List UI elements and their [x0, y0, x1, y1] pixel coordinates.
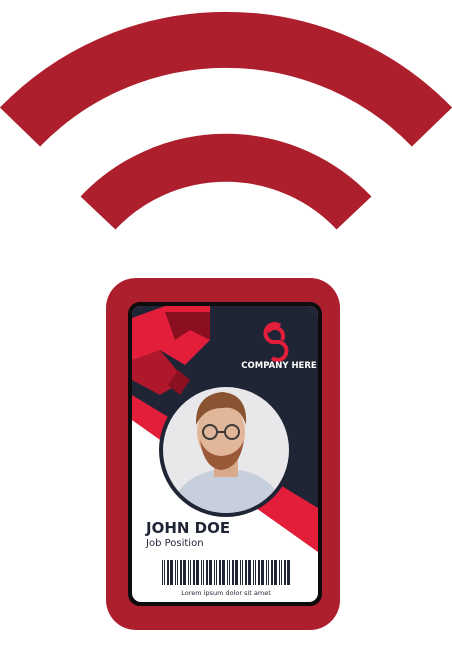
barcode-bar — [193, 560, 195, 585]
barcode-bar — [287, 560, 290, 585]
barcode-bar — [235, 560, 238, 585]
barcode-bar — [271, 560, 273, 585]
barcode-bar — [190, 560, 191, 585]
barcode-bar — [266, 560, 267, 585]
barcode-bar — [240, 560, 241, 585]
barcode-bar — [227, 560, 228, 585]
barcode-bar — [188, 560, 189, 585]
barcode-bar — [219, 560, 221, 585]
barcode-bar — [279, 560, 280, 585]
wireless-signal-icon — [0, 11, 452, 230]
barcode-bar — [206, 560, 208, 585]
barcode-bar — [164, 560, 165, 585]
barcode-bar — [229, 560, 230, 585]
barcode-bar — [167, 560, 169, 585]
barcode-bar — [162, 560, 163, 585]
barcode-bar — [201, 560, 202, 585]
barcode-bar — [274, 560, 277, 585]
barcode-bar — [180, 560, 182, 585]
barcode-bar — [170, 560, 173, 585]
job-position: Job Position — [145, 538, 204, 549]
barcode-bar — [222, 560, 225, 585]
barcode-bar — [248, 560, 251, 585]
barcode-bar — [281, 560, 282, 585]
barcode-bar — [214, 560, 215, 585]
barcode-bar — [209, 560, 212, 585]
barcode-bar — [261, 560, 264, 585]
company-name: COMPANY HERE — [241, 361, 317, 371]
barcode-bar — [177, 560, 178, 585]
nfc-id-card-illustration: COMPANY HERE JOHN DOE Job Position Lorem… — [0, 11, 452, 630]
signal-inner-arc — [80, 133, 372, 230]
barcode-bar — [253, 560, 254, 585]
signal-outer-arc — [0, 11, 452, 147]
barcode-bar — [196, 560, 199, 585]
barcode-caption: Lorem ipsum dolor sit amet — [181, 589, 271, 597]
barcode-bar — [216, 560, 217, 585]
id-card: COMPANY HERE JOHN DOE Job Position Lorem… — [132, 306, 318, 602]
holder-name: JOHN DOE — [145, 519, 230, 537]
barcode-bar — [284, 560, 286, 585]
barcode-bar — [183, 560, 186, 585]
barcode-bar — [232, 560, 234, 585]
barcode-bar — [175, 560, 176, 585]
barcode-bar — [203, 560, 204, 585]
barcode-bar — [255, 560, 256, 585]
barcode-bar — [258, 560, 260, 585]
barcode-bar — [242, 560, 243, 585]
barcode-bar — [245, 560, 247, 585]
barcode-bar — [268, 560, 269, 585]
